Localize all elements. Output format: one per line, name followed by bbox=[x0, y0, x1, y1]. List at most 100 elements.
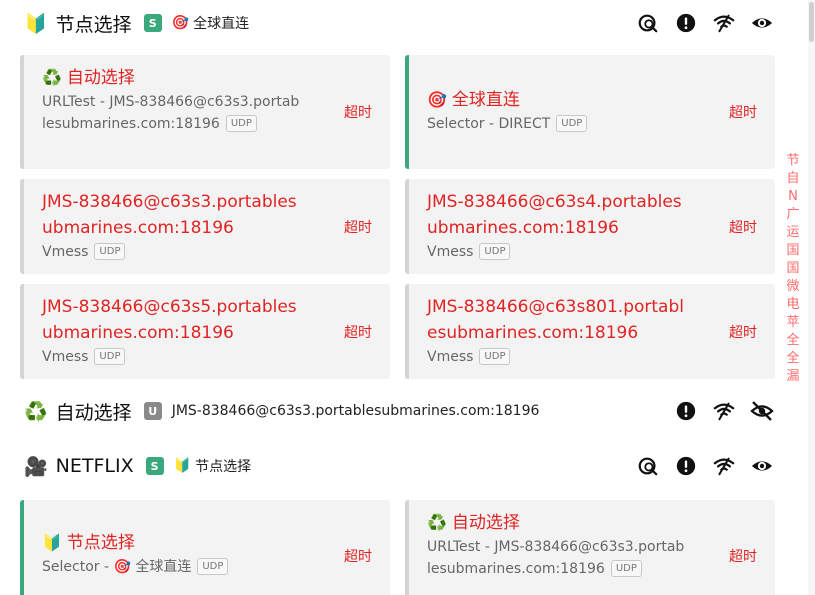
proxy-meta: Selector - DIRECT UDP bbox=[427, 113, 685, 135]
group-header-auto-select[interactable]: ♻️ 自动选择 U JMS-838466@c63s3.portablesubma… bbox=[24, 396, 775, 426]
beginner-badge-icon: 🔰 bbox=[173, 458, 192, 474]
proxy-name-text: 自动选择 bbox=[66, 68, 135, 88]
index-item[interactable]: 苹 bbox=[786, 314, 799, 332]
proxy-card-c63s801[interactable]: JMS-838466@c63s801.portablesubmarines.co… bbox=[405, 284, 775, 379]
delay-label[interactable]: 超时 bbox=[344, 217, 372, 237]
udp-badge: UDP bbox=[225, 115, 257, 132]
group-type-badge: S bbox=[145, 457, 164, 475]
recycle-icon: ♻️ bbox=[24, 400, 48, 423]
proxy-name: ♻️ 自动选择 bbox=[42, 65, 300, 91]
group-title: NETFLIX bbox=[55, 455, 134, 477]
eye-icon[interactable] bbox=[749, 453, 775, 479]
delay-label[interactable]: 超时 bbox=[344, 102, 372, 122]
proxy-meta: Vmess UDP bbox=[427, 241, 685, 263]
group-type-badge: U bbox=[143, 402, 162, 420]
index-item[interactable]: 国 bbox=[786, 242, 799, 260]
delay-label[interactable]: 超时 bbox=[344, 546, 372, 566]
delay-label[interactable]: 超时 bbox=[344, 322, 372, 342]
proxy-card-c63s5[interactable]: JMS-838466@c63s5.portablesubmarines.com:… bbox=[20, 284, 390, 379]
proxy-name-text: 自动选择 bbox=[451, 513, 520, 533]
udp-badge: UDP bbox=[479, 243, 511, 260]
proxy-name-text: 节点选择 bbox=[66, 533, 135, 553]
udp-badge: UDP bbox=[94, 348, 126, 365]
proxy-card-c63s4[interactable]: JMS-838466@c63s4.portablesubmarines.com:… bbox=[405, 179, 775, 274]
scrollbar-thumb[interactable] bbox=[809, 2, 814, 42]
index-item[interactable]: 微 bbox=[786, 278, 799, 296]
group-title: 自动选择 bbox=[55, 401, 132, 424]
proxy-meta-prefix: Selector - bbox=[42, 559, 114, 575]
proxy-name: JMS-838466@c63s5.portablesubmarines.com:… bbox=[42, 297, 297, 343]
target-icon: 🎯 bbox=[113, 559, 131, 575]
proxy-name: JMS-838466@c63s801.portablesubmarines.co… bbox=[427, 297, 684, 343]
delay-label[interactable]: 超时 bbox=[729, 546, 757, 566]
proxy-meta: Vmess UDP bbox=[42, 241, 300, 263]
proxy-grid-node-select: ♻️ 自动选择 URLTest - JMS-838466@c63s3.portab… bbox=[20, 55, 775, 379]
delay-label[interactable]: 超时 bbox=[729, 102, 757, 122]
group-current-label: 节点选择 bbox=[195, 459, 252, 475]
proxy-card-node-select[interactable]: 🔰 节点选择 Selector - 🎯 全球直连 UDP 超时 bbox=[20, 500, 390, 595]
beginner-badge-icon: 🔰 bbox=[42, 533, 62, 552]
proxy-card-auto-select[interactable]: ♻️ 自动选择 URLTest - JMS-838466@c63s3.portab… bbox=[405, 500, 775, 595]
group-header-netflix[interactable]: 🎥 NETFLIX S 🔰 节点选择 bbox=[24, 451, 775, 481]
wifi-icon[interactable] bbox=[711, 10, 737, 36]
proxy-meta-text: URLTest - JMS-838466@c63s3.portablesubma… bbox=[427, 539, 685, 577]
group-current-proxy: 🔰 节点选择 bbox=[174, 456, 251, 476]
proxy-meta-text: Selector - DIRECT bbox=[427, 116, 551, 132]
index-item[interactable]: 国 bbox=[786, 260, 799, 278]
group-quick-index: 节 自 N 广 运 国 国 微 电 苹 全 全 漏 bbox=[783, 152, 803, 386]
beginner-badge-icon: 🔰 bbox=[24, 12, 48, 35]
proxy-card-c63s3[interactable]: JMS-838466@c63s3.portablesubmarines.com:… bbox=[20, 179, 390, 274]
proxy-meta-text: Vmess bbox=[427, 244, 474, 260]
test-latency-icon[interactable] bbox=[635, 453, 661, 479]
proxy-meta-text: 全球直连 bbox=[135, 559, 192, 575]
udp-badge: UDP bbox=[610, 560, 642, 577]
wifi-icon[interactable] bbox=[711, 453, 737, 479]
index-item[interactable]: 全 bbox=[786, 350, 799, 368]
index-item[interactable]: 自 bbox=[786, 170, 799, 188]
proxy-meta-text: Vmess bbox=[42, 244, 89, 260]
alert-icon[interactable] bbox=[673, 398, 699, 424]
proxy-meta: Vmess UDP bbox=[427, 346, 685, 368]
group-type-badge: S bbox=[143, 14, 162, 32]
scrollbar-track[interactable] bbox=[808, 0, 815, 595]
proxy-card-global-direct[interactable]: 🎯 全球直连 Selector - DIRECT UDP 超时 bbox=[405, 55, 775, 169]
proxy-meta-text: Vmess bbox=[42, 349, 89, 365]
index-item[interactable]: N bbox=[788, 188, 798, 206]
index-item[interactable]: 节 bbox=[786, 152, 799, 170]
alert-icon[interactable] bbox=[673, 10, 699, 36]
group-current-label: 全球直连 bbox=[193, 16, 250, 32]
udp-badge: UDP bbox=[94, 243, 126, 260]
recycle-icon: ♻️ bbox=[42, 68, 62, 87]
wifi-icon[interactable] bbox=[711, 398, 737, 424]
eye-icon[interactable] bbox=[749, 10, 775, 36]
udp-badge: UDP bbox=[197, 558, 229, 575]
test-latency-icon[interactable] bbox=[635, 10, 661, 36]
index-item[interactable]: 运 bbox=[786, 224, 799, 242]
delay-label[interactable]: 超时 bbox=[729, 322, 757, 342]
proxy-grid-netflix: 🔰 节点选择 Selector - 🎯 全球直连 UDP 超时 ♻️ 自动选择 URL… bbox=[20, 500, 775, 595]
index-item[interactable]: 广 bbox=[786, 206, 799, 224]
alert-icon[interactable] bbox=[673, 453, 699, 479]
proxy-name: 🎯 全球直连 bbox=[427, 87, 685, 113]
eye-off-icon[interactable] bbox=[749, 398, 775, 424]
recycle-icon: ♻️ bbox=[427, 513, 447, 532]
delay-label[interactable]: 超时 bbox=[729, 217, 757, 237]
index-item[interactable]: 电 bbox=[786, 296, 799, 314]
movie-camera-icon: 🎥 bbox=[24, 455, 48, 478]
udp-badge: UDP bbox=[479, 348, 511, 365]
proxy-name: JMS-838466@c63s4.portablesubmarines.com:… bbox=[427, 192, 682, 238]
proxy-meta: URLTest - JMS-838466@c63s3.portablesubma… bbox=[42, 91, 300, 135]
group-title: 节点选择 bbox=[55, 13, 132, 36]
proxy-meta: Selector - 🎯 全球直连 UDP bbox=[42, 556, 300, 578]
group-current-proxy: 🎯 全球直连 bbox=[172, 13, 249, 33]
proxy-card-auto-select[interactable]: ♻️ 自动选择 URLTest - JMS-838466@c63s3.portab… bbox=[20, 55, 390, 169]
index-item[interactable]: 漏 bbox=[786, 368, 799, 386]
proxy-name: ♻️ 自动选择 bbox=[427, 510, 685, 536]
proxy-name: 🔰 节点选择 bbox=[42, 530, 300, 556]
index-item[interactable]: 全 bbox=[786, 332, 799, 350]
proxy-name-text: 全球直连 bbox=[451, 90, 520, 110]
proxy-meta: URLTest - JMS-838466@c63s3.portablesubma… bbox=[427, 536, 685, 580]
udp-badge: UDP bbox=[556, 115, 588, 132]
group-header-node-select[interactable]: 🔰 节点选择 S 🎯 全球直连 bbox=[24, 8, 775, 38]
proxy-meta-text: URLTest - JMS-838466@c63s3.portablesubma… bbox=[42, 94, 300, 132]
